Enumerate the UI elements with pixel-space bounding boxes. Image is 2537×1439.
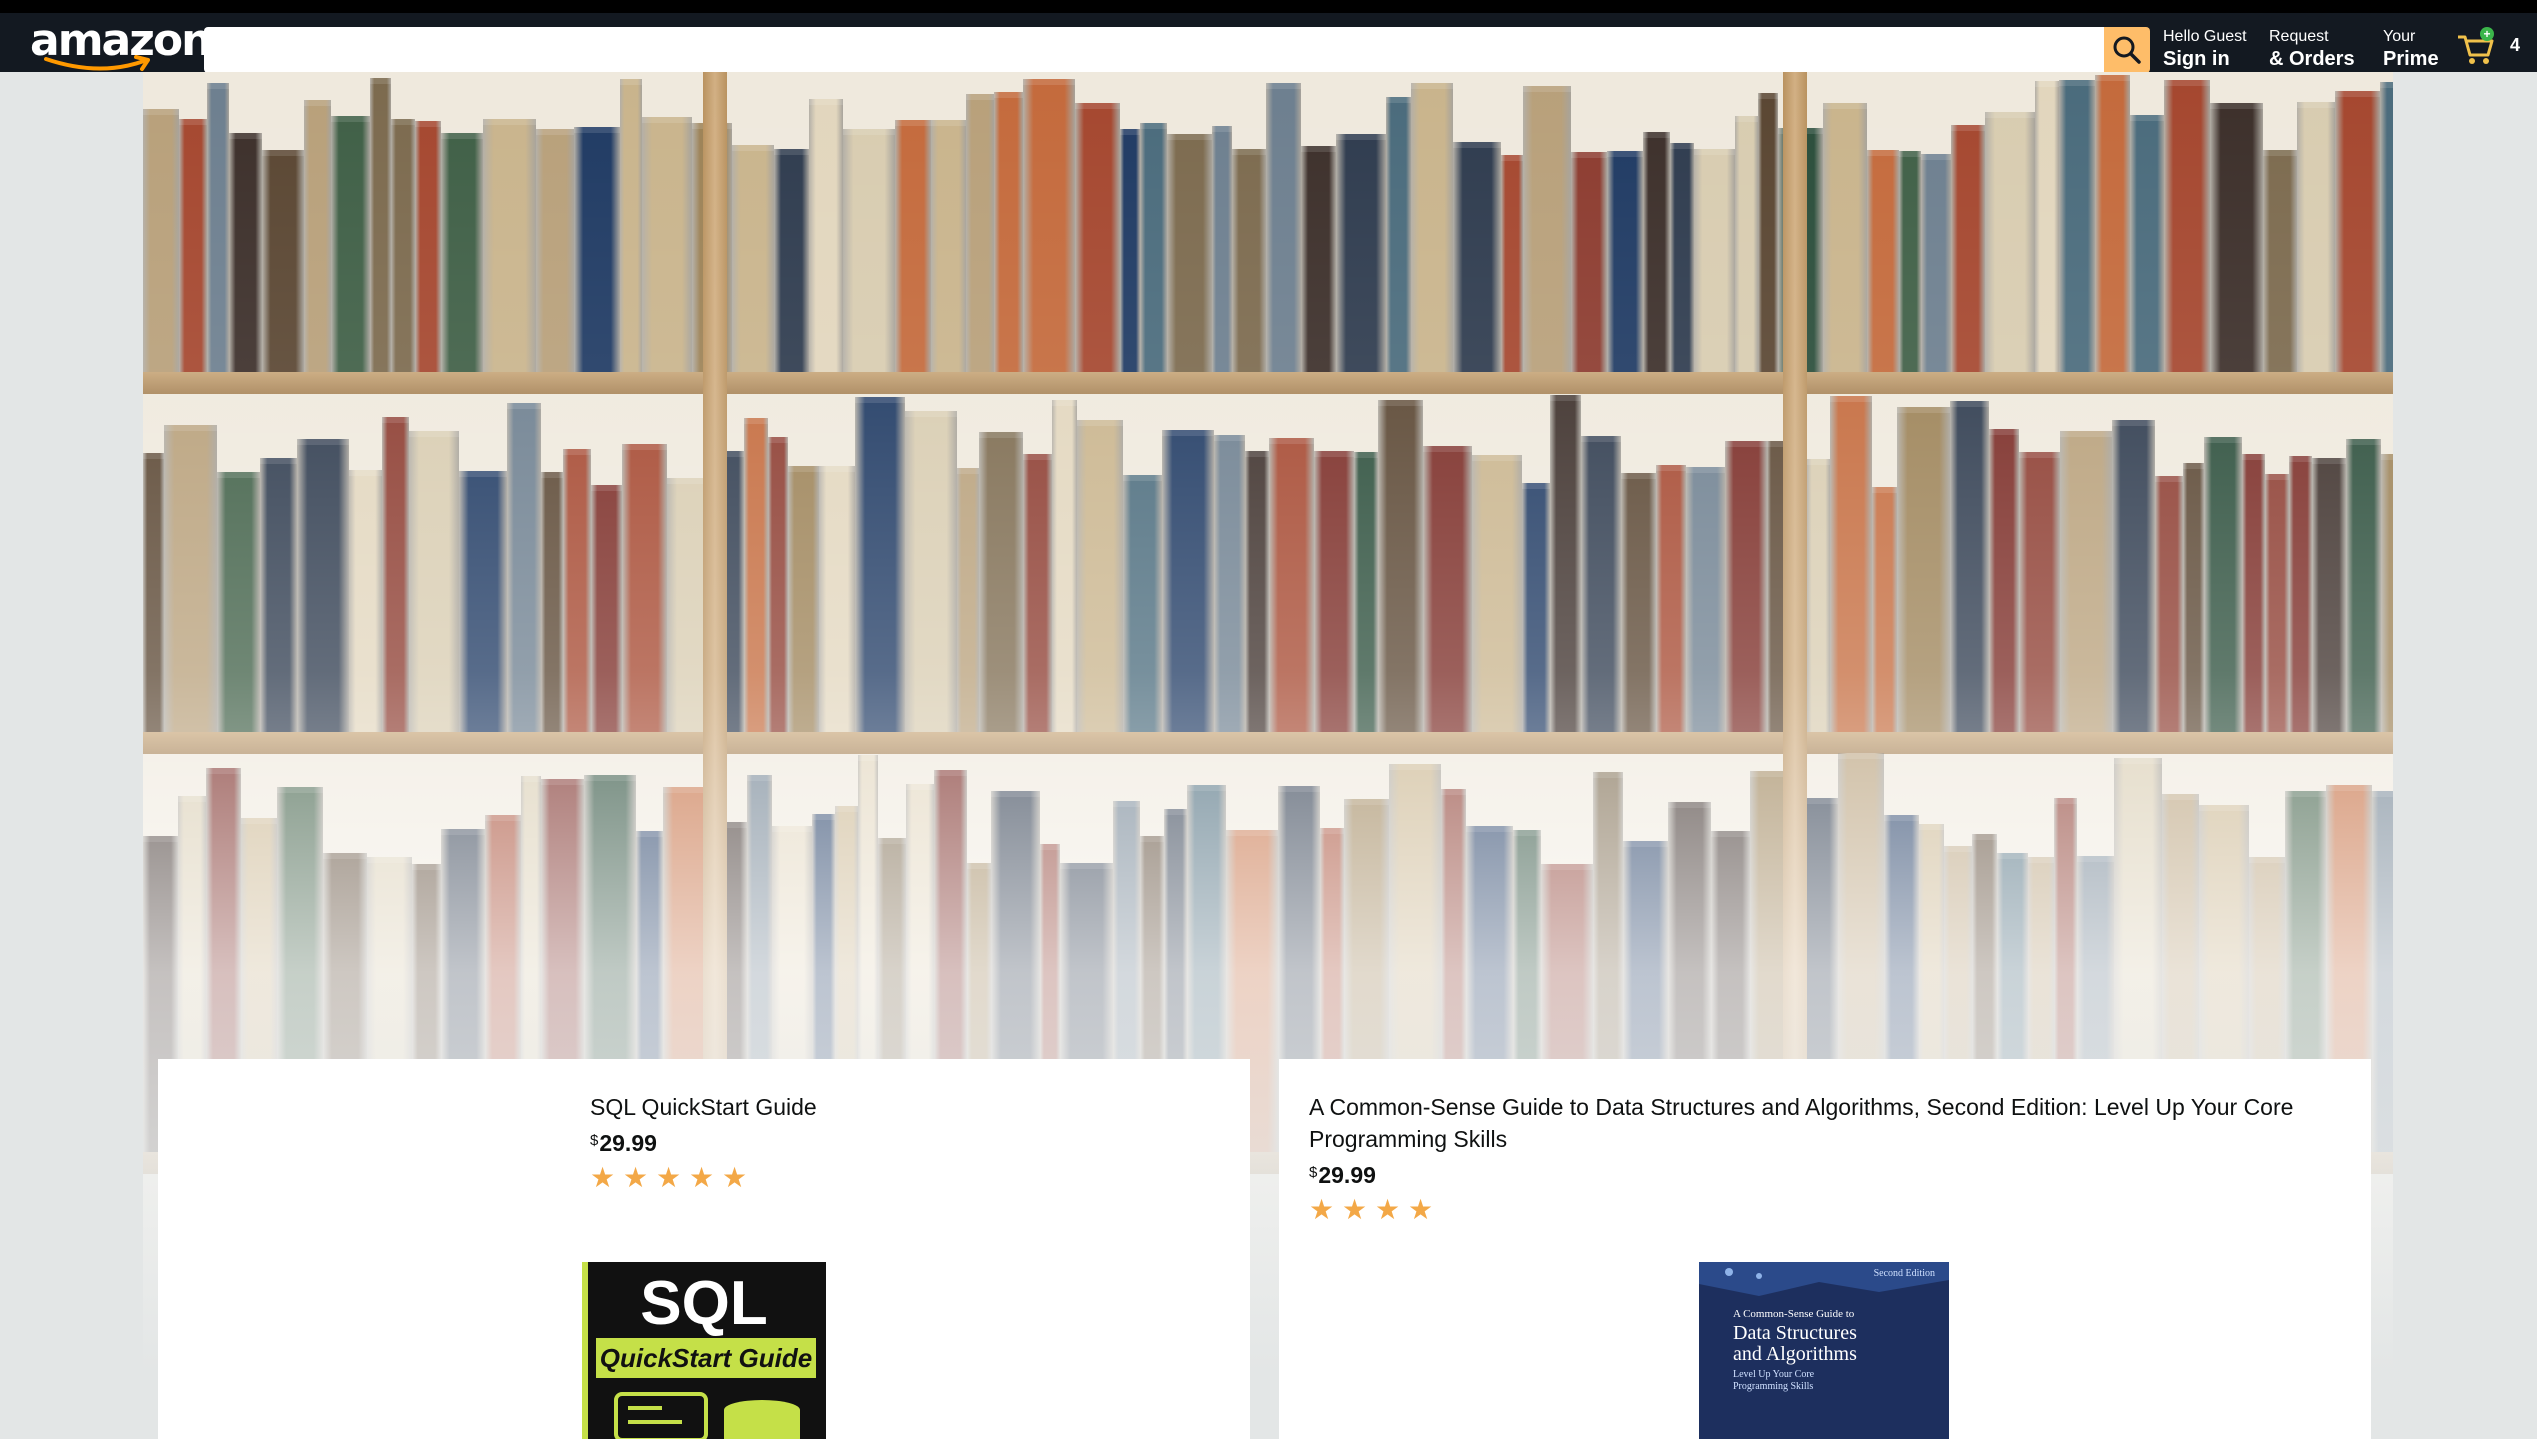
product-price: $29.99 [590,1130,657,1157]
product-title-link[interactable]: A Common-Sense Guide to Data Structures … [1309,1091,2349,1155]
product-cover-image[interactable]: Second Edition A Common-Sense Guide to D… [1699,1262,1949,1439]
search-button[interactable] [2104,27,2150,73]
cover-title: SQL [640,1269,768,1338]
product-price: $29.99 [1309,1162,1376,1189]
cart-button[interactable]: + 4 [2454,25,2524,73]
cover-small-title: A Common-Sense Guide to [1733,1308,1855,1320]
smile-arrow-icon [44,55,150,71]
cart-count: 4 [2510,35,2521,55]
cover-big-title-1: Data Structures [1733,1322,1857,1344]
currency-symbol: $ [590,1132,599,1149]
star-icon: ★ [656,1162,682,1193]
price-value: 29.99 [1318,1162,1376,1188]
prime-text: Prime [2383,48,2439,70]
your-text: Your [2383,28,2416,45]
product-title-link[interactable]: SQL QuickStart Guide [590,1091,1210,1123]
star-rating: ★ ★ ★ ★ ★ [590,1164,750,1192]
sign-in-link[interactable]: Hello Guest Sign in [2163,27,2247,71]
star-icon: ★ [1408,1194,1434,1225]
product-cover-image[interactable]: SQL QuickStart Guide [582,1262,826,1439]
prime-link[interactable]: Your Prime [2383,27,2439,71]
database-illustration-icon [614,1392,800,1439]
orders-link[interactable]: Request & Orders [2269,27,2355,71]
star-icon: ★ [590,1162,616,1193]
star-icon: ★ [1309,1194,1335,1225]
cover-subtitle-1: Level Up Your Core [1733,1369,1815,1380]
orders-text: & Orders [2269,48,2355,70]
cart-add-badge-icon: + [2480,27,2494,41]
cover-subtitle-2: Programming Skills [1733,1381,1814,1392]
star-icon: ★ [722,1162,748,1193]
star-rating: ★ ★ ★ ★ [1309,1196,1436,1224]
amazon-logo[interactable]: amazon [30,19,212,75]
product-card[interactable]: A Common-Sense Guide to Data Structures … [1279,1059,2371,1439]
cover-edition: Second Edition [1873,1268,1935,1279]
search-input[interactable] [204,27,2104,73]
product-card[interactable]: SQL QuickStart Guide $29.99 ★ ★ ★ ★ ★ SQ… [158,1059,1250,1439]
cover-subtitle: QuickStart Guide [596,1338,816,1378]
search-icon [2113,36,2141,64]
price-value: 29.99 [599,1130,657,1156]
sign-in-text: Sign in [2163,48,2230,70]
star-icon: ★ [1375,1194,1401,1225]
cover-big-title-2: and Algorithms [1733,1343,1857,1365]
top-nav-bar: amazon Hello Guest Sign in Request & Ord… [0,0,2537,75]
star-icon: ★ [1342,1194,1368,1225]
greeting-text: Hello Guest [2163,28,2247,45]
request-text: Request [2269,28,2329,45]
star-icon: ★ [689,1162,715,1193]
currency-symbol: $ [1309,1164,1318,1181]
star-icon: ★ [623,1162,649,1193]
